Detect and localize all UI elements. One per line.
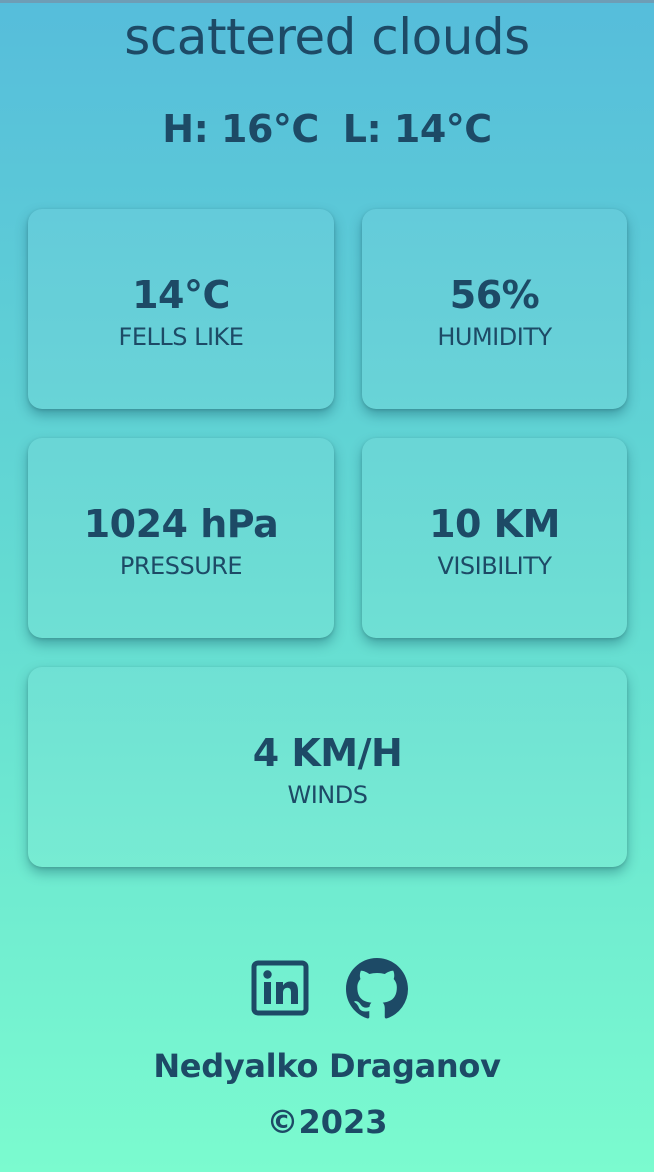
winds-card: 4 KM/H WINDS [28, 667, 627, 867]
copyright: ©2023 [266, 1103, 388, 1141]
low-temperature: L: 14°C [342, 107, 492, 151]
humidity-card: 56% HUMIDITY [362, 209, 627, 409]
high-low-temperature: H: 16°C L: 14°C [0, 104, 654, 154]
feels-like-card: 14°C FELLS LIKE [28, 209, 334, 409]
social-links [0, 958, 654, 1020]
pressure-card: 1024 hPa PRESSURE [28, 438, 334, 638]
linkedin-icon[interactable] [251, 960, 309, 1016]
feels-like-value: 14°C [132, 273, 230, 317]
visibility-card: 10 KM VISIBILITY [362, 438, 627, 638]
humidity-label: HUMIDITY [437, 323, 552, 351]
high-temperature: H: 16°C [162, 107, 319, 151]
winds-value: 4 KM/H [252, 731, 403, 775]
pressure-value: 1024 hPa [83, 502, 279, 546]
visibility-value: 10 KM [429, 502, 560, 546]
pressure-label: PRESSURE [119, 552, 243, 580]
author-name: Nedyalko Draganov [153, 1047, 501, 1085]
humidity-value: 56% [449, 273, 540, 317]
winds-label: WINDS [287, 781, 368, 809]
top-border [0, 0, 654, 3]
feels-like-label: FELLS LIKE [118, 323, 244, 351]
visibility-label: VISIBILITY [437, 552, 552, 580]
weather-condition: scattered clouds [124, 8, 530, 66]
github-icon[interactable] [346, 958, 408, 1020]
